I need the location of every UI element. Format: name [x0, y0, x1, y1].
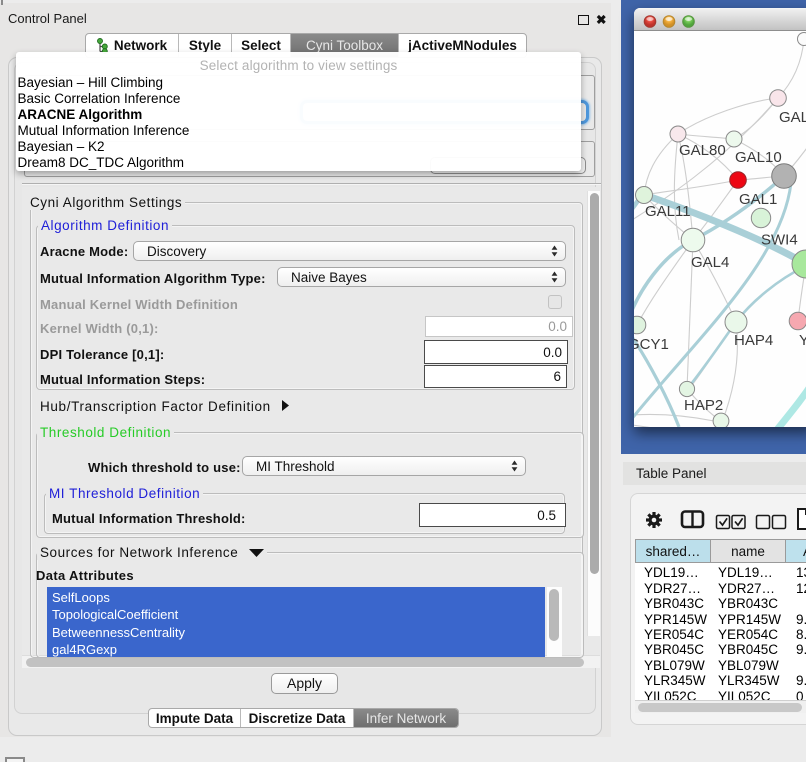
- svg-text:GAL1: GAL1: [739, 191, 777, 208]
- svg-text:GCY1: GCY1: [634, 336, 669, 353]
- svg-text:GAL10: GAL10: [735, 149, 782, 166]
- svg-text:SWI4: SWI4: [761, 232, 798, 249]
- svg-text:HAP4: HAP4: [734, 332, 773, 349]
- svg-text:GAL4: GAL4: [691, 254, 729, 271]
- svg-text:GAL80: GAL80: [679, 142, 726, 159]
- svg-text:GAL11: GAL11: [645, 203, 691, 220]
- svg-text:HAP2: HAP2: [684, 397, 723, 414]
- svg-text:GAL7: GAL7: [779, 109, 806, 126]
- svg-text:Y: Y: [799, 332, 806, 349]
